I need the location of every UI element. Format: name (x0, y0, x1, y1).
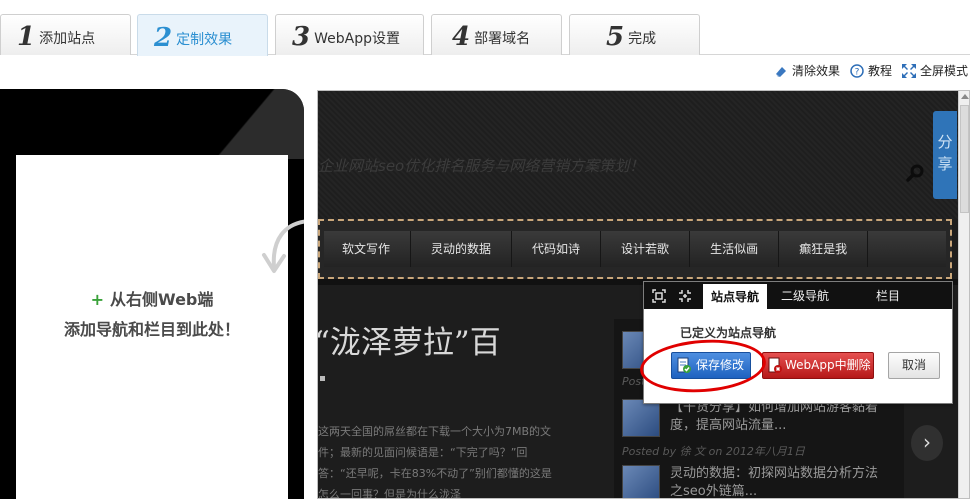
toolbar: 清除效果 ? 教程 全屏模式 (774, 62, 968, 79)
side-post-2[interactable]: 灵动的数据：初探网站数据分析方法之seo外链篇... (622, 465, 880, 498)
tab-secondary-nav[interactable]: 二级导航 (770, 283, 840, 309)
save-changes-button[interactable]: 保存修改 (671, 352, 751, 379)
save-changes-label: 保存修改 (696, 358, 745, 372)
popup-header: 站点导航 二级导航 栏目 (644, 282, 952, 309)
fullscreen-button[interactable]: 全屏模式 (901, 62, 968, 79)
step-tab-5[interactable]: 5 完成 (569, 14, 700, 55)
step-number: 5 (606, 22, 625, 52)
phone-screen-dropzone[interactable]: + 从右侧Web端 添加导航和栏目到此处！ (16, 155, 304, 499)
step-number: 3 (292, 22, 311, 52)
post-thumbnail (622, 465, 660, 498)
step-label: 完成 (628, 31, 657, 47)
step-tab-2[interactable]: 2 定制效果 (137, 14, 268, 56)
article-headline[interactable]: “泷泽萝拉”百 (318, 317, 501, 362)
share-button[interactable]: 分享 (933, 111, 957, 199)
step-label: 添加站点 (39, 31, 96, 47)
tutorial-link[interactable]: ? 教程 (850, 62, 892, 79)
hint-line-2: 添加导航和栏目到此处！ (63, 320, 240, 339)
nav-item-5[interactable]: 生活似画 (690, 231, 780, 267)
fit-screen-icon[interactable] (652, 289, 666, 303)
save-icon (677, 357, 691, 373)
nav-item-3[interactable]: 代码如诗 (512, 231, 602, 267)
nav-item-6[interactable]: 癫狂是我 (779, 231, 869, 267)
step-tab-4[interactable]: 4 部署域名 (431, 14, 562, 55)
preview-scrollbar[interactable] (958, 91, 969, 498)
tab-site-nav[interactable]: 站点导航 (702, 283, 768, 309)
nav-item-2[interactable]: 灵动的数据 (411, 231, 513, 267)
tutorial-label: 教程 (867, 64, 892, 78)
posted-byline: Post (622, 375, 646, 388)
side-post-title[interactable]: 灵动的数据：初探网站数据分析方法之seo外链篇... (670, 465, 880, 498)
popup-message: 已定义为站点导航 (680, 326, 777, 340)
site-nav-bar: 软文写作 灵动的数据 代码如诗 设计若歌 生活似画 癫狂是我 (324, 231, 946, 267)
article-excerpt: 这两天全国的屌丝都在下载一个大小为7MB的文件；最新的见面问候语是：“下完了吗？… (318, 425, 552, 499)
scroll-up-icon[interactable] (961, 94, 969, 99)
site-nav-selected[interactable]: 软文写作 灵动的数据 代码如诗 设计若歌 生活似画 癫狂是我 (318, 219, 952, 279)
fullscreen-label: 全屏模式 (919, 64, 968, 78)
side-post-1[interactable]: 【干货分享】如何增加网站游客黏着度，提高网站流量... (622, 399, 880, 437)
tab-column[interactable]: 栏目 (842, 283, 934, 309)
step-number: 2 (154, 23, 173, 53)
scroll-thumb[interactable] (960, 105, 969, 213)
side-post-title[interactable]: 【干货分享】如何增加网站游客黏着度，提高网站流量... (670, 399, 880, 437)
delete-from-webapp-label: WebApp中删除 (785, 358, 871, 372)
plus-icon: + (90, 290, 104, 309)
bullet-dot (320, 376, 325, 381)
nav-item-4[interactable]: 设计若歌 (601, 231, 691, 267)
delete-from-webapp-button[interactable]: WebApp中删除 (762, 352, 874, 379)
cancel-button[interactable]: 取消 (888, 352, 940, 379)
eraser-icon (774, 64, 788, 78)
svg-text:?: ? (855, 67, 860, 77)
posted-byline: Posted by 徐 文 on 2012年八月1日 (622, 445, 805, 458)
site-slogan: 企业网站seo优化排名服务与网络营销方案策划！ (318, 157, 645, 175)
dropzone-hint: + 从右侧Web端 添加导航和栏目到此处！ (16, 285, 288, 345)
phone-shine (164, 89, 304, 159)
step-tab-3[interactable]: 3 WebApp设置 (275, 14, 424, 55)
shrink-icon[interactable] (678, 289, 692, 303)
post-thumbnail (622, 399, 660, 437)
site-banner: 企业网站seo优化排名服务与网络营销方案策划！ 分享 (318, 91, 958, 219)
curved-arrow-icon (262, 219, 304, 273)
customizer-stage: 1 添加站点 2 定制效果 3 WebApp设置 4 部署域名 5 完成 清除效… (0, 0, 970, 499)
step-label: WebApp设置 (314, 31, 400, 47)
search-icon[interactable] (906, 163, 926, 183)
clear-effects-button[interactable]: 清除效果 (774, 62, 840, 79)
step-number: 1 (17, 22, 36, 52)
delete-icon (768, 357, 782, 373)
nav-item-1[interactable]: 软文写作 (324, 231, 412, 267)
clear-effects-label: 清除效果 (791, 64, 840, 78)
hint-line-1: 从右侧Web端 (110, 290, 214, 309)
fullscreen-icon (901, 63, 916, 78)
help-icon: ? (850, 63, 864, 78)
step-tabs: 1 添加站点 2 定制效果 3 WebApp设置 4 部署域名 5 完成 (0, 0, 970, 56)
phone-mockup: + 从右侧Web端 添加导航和栏目到此处！ (0, 89, 304, 499)
step-number: 4 (452, 22, 471, 52)
next-arrow-button[interactable]: › (911, 425, 943, 461)
step-label: 定制效果 (176, 32, 233, 48)
step-tab-1[interactable]: 1 添加站点 (0, 14, 131, 55)
step-label: 部署域名 (474, 31, 531, 47)
nav-define-popup: 站点导航 二级导航 栏目 已定义为站点导航 保存修改 WebApp中删除 取消 (643, 281, 953, 404)
